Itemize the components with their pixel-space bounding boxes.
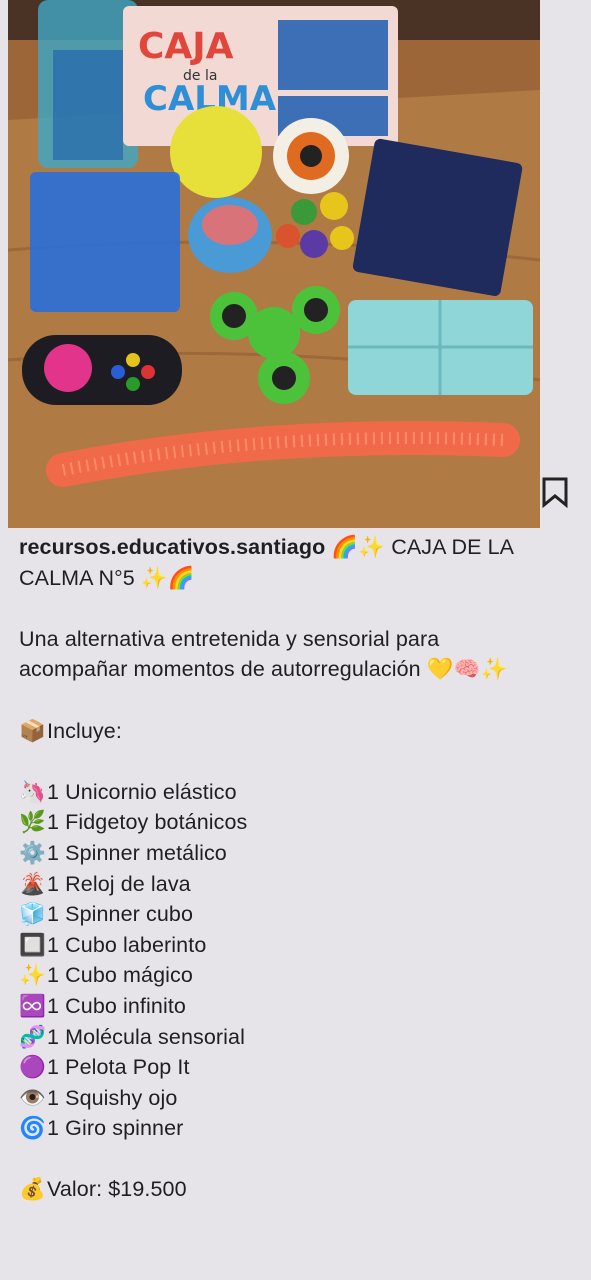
list-item: 🟣1 Pelota Pop It (19, 1052, 579, 1083)
money-bag-icon: 💰 (19, 1177, 46, 1202)
list-item: 🌋1 Reloj de lava (19, 869, 579, 900)
price-text: Valor: $19.500 (47, 1177, 187, 1202)
list-item: ⚙️1 Spinner metálico (19, 838, 579, 869)
volcano-icon: 🌋 (19, 871, 46, 896)
purple-circle-icon: 🟣 (19, 1055, 46, 1080)
eye-icon: 👁️ (19, 1085, 46, 1110)
herb-icon: 🌿 (19, 810, 46, 835)
box-title-1: CAJA (138, 26, 234, 67)
caption-title-line-2: CALMA N°5 ✨🌈 (19, 565, 195, 590)
list-item-text: 1 Cubo mágico (47, 963, 193, 988)
gear-icon: ⚙️ (19, 840, 46, 865)
list-item-text: 1 Fidgetoy botánicos (47, 810, 248, 835)
list-item-text: 1 Unicornio elástico (47, 779, 237, 804)
caption-title-line-1: recursos.educativos.santiago 🌈✨ CAJA DE … (19, 532, 579, 563)
post-caption: recursos.educativos.santiago 🌈✨ CAJA DE … (19, 532, 579, 1205)
list-item: 🔲1 Cubo laberinto (19, 930, 579, 961)
username-link[interactable]: recursos.educativos.santiago (19, 535, 325, 559)
pop-it-ball (170, 106, 262, 198)
save-button[interactable] (538, 473, 572, 511)
list-item-text: 1 Cubo infinito (47, 993, 186, 1018)
list-item-text: 1 Spinner cubo (47, 902, 194, 927)
list-item: 🦄1 Unicornio elástico (19, 777, 579, 808)
magic-cube (352, 138, 523, 297)
post-photo[interactable]: CAJA de la CALMA (8, 0, 540, 528)
list-item: 🧬1 Molécula sensorial (19, 1022, 579, 1053)
description-line-1: Una alternativa entretenida y sensorial … (19, 626, 440, 651)
list-item-text: 1 Reloj de lava (47, 871, 191, 896)
list-item: 🌿1 Fidgetoy botánicos (19, 807, 579, 838)
price-line: 💰Valor: $19.500 (19, 1174, 579, 1205)
list-item: 👁️1 Squishy ojo (19, 1083, 579, 1114)
maze-cube (30, 172, 180, 312)
description-line-2: acompañar momentos de autorregulación 💛🧠… (19, 657, 508, 682)
sparkles-icon: ✨ (19, 963, 46, 988)
bookmark-icon (542, 477, 568, 508)
list-item: 🌀1 Giro spinner (19, 1113, 579, 1144)
includes-label: Incluye: (47, 718, 122, 743)
list-item-text: 1 Pelota Pop It (47, 1055, 190, 1080)
caption-title-text: 🌈✨ CAJA DE LA (331, 535, 515, 559)
square-button-icon: 🔲 (19, 932, 46, 957)
list-item-text: 1 Spinner metálico (47, 840, 227, 865)
list-item-text: 1 Giro spinner (47, 1116, 184, 1141)
dna-icon: 🧬 (19, 1024, 46, 1049)
unicorn-icon: 🦄 (19, 779, 46, 804)
list-item-text: 1 Cubo laberinto (47, 932, 207, 957)
list-item: ✨1 Cubo mágico (19, 960, 579, 991)
infinity-icon: ♾️ (19, 993, 46, 1018)
list-item: ♾️1 Cubo infinito (19, 991, 579, 1022)
includes-heading: 📦Incluye: (19, 716, 579, 747)
list-item-text: 1 Molécula sensorial (47, 1024, 245, 1049)
toys-illustration: CAJA de la CALMA (8, 0, 540, 528)
package-icon: 📦 (19, 718, 46, 743)
list-item: 🧊1 Spinner cubo (19, 899, 579, 930)
ice-cube-icon: 🧊 (19, 902, 46, 927)
list-item-text: 1 Squishy ojo (47, 1085, 178, 1110)
cyclone-icon: 🌀 (19, 1116, 46, 1141)
